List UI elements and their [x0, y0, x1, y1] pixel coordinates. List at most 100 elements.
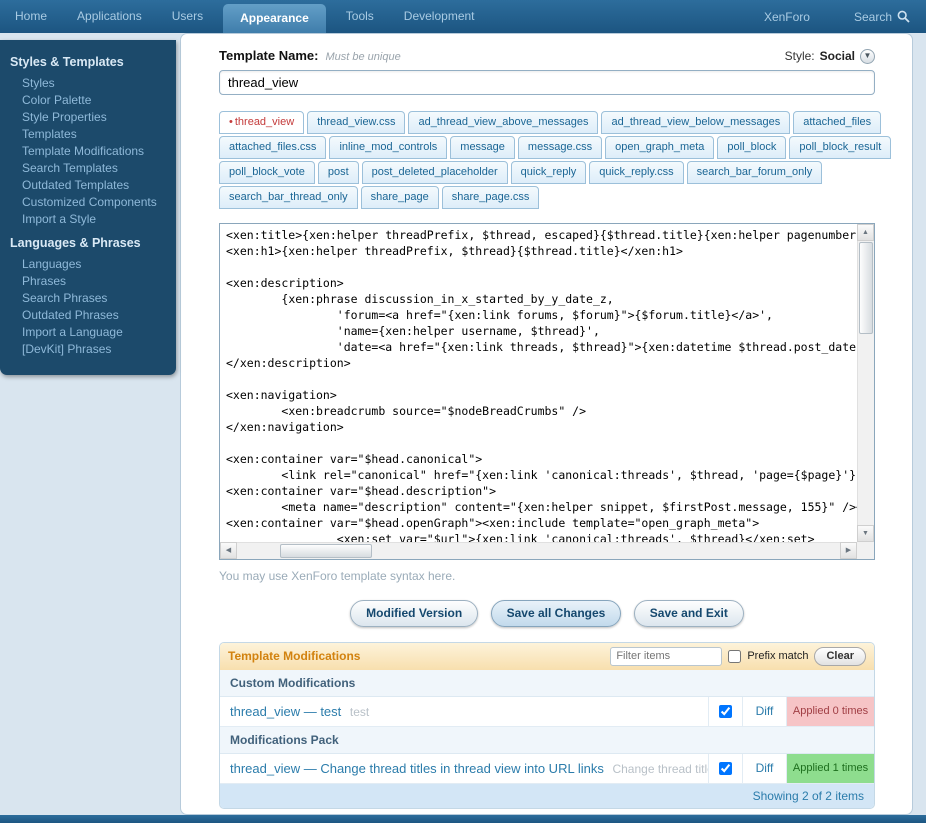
modification-diff-cell: Diff: [742, 697, 786, 726]
save-and-exit-button[interactable]: Save and Exit: [634, 600, 744, 627]
sidebar-item-color-palette[interactable]: Color Palette: [0, 91, 176, 108]
nav-development[interactable]: Development: [389, 0, 490, 33]
page-bottom-bar: [0, 815, 926, 823]
prefix-match-label: Prefix match: [747, 650, 808, 662]
scroll-up-button[interactable]: ▲: [857, 224, 874, 241]
tab-row-4: search_bar_thread_only share_page share_…: [219, 186, 875, 209]
group-modifications-pack: Modifications Pack: [220, 727, 874, 754]
tab-thread-view-css[interactable]: thread_view.css: [307, 111, 405, 134]
sidebar-item-import-a-style[interactable]: Import a Style: [0, 210, 176, 227]
sidebar-section-languages-phrases: Languages & Phrases: [0, 227, 176, 255]
tab-search-bar-thread-only[interactable]: search_bar_thread_only: [219, 186, 358, 209]
modifications-count-footer: Showing 2 of 2 items: [220, 784, 874, 808]
sidebar-item-customized-components[interactable]: Customized Components: [0, 193, 176, 210]
modification-main: thread_view — Change thread titles in th…: [220, 754, 708, 783]
sidebar-item-phrases[interactable]: Phrases: [0, 272, 176, 289]
diff-link[interactable]: Diff: [756, 704, 774, 718]
tab-message-css[interactable]: message.css: [518, 136, 602, 159]
horizontal-scroll-thumb[interactable]: [280, 544, 372, 558]
nav-home[interactable]: Home: [0, 0, 62, 33]
tab-row-1: •thread_view thread_view.css ad_thread_v…: [219, 111, 875, 134]
modifications-filter-bar: Template Modifications Prefix match Clea…: [220, 643, 874, 670]
clear-filter-button[interactable]: Clear: [814, 647, 866, 666]
modification-title-link[interactable]: thread_view — Change thread titles in th…: [230, 761, 604, 776]
tab-quick-reply-css[interactable]: quick_reply.css: [589, 161, 683, 184]
sidebar-item-languages[interactable]: Languages: [0, 255, 176, 272]
tab-poll-block-vote[interactable]: poll_block_vote: [219, 161, 315, 184]
template-modifications-panel: Template Modifications Prefix match Clea…: [219, 642, 875, 809]
modification-enabled-checkbox[interactable]: [719, 762, 732, 775]
prefix-match-checkbox[interactable]: [728, 650, 741, 663]
vertical-scroll-thumb[interactable]: [859, 242, 873, 334]
syntax-hint: You may use XenForo template syntax here…: [219, 569, 875, 583]
tab-poll-block-result[interactable]: poll_block_result: [789, 136, 891, 159]
template-name-label: Template Name:: [219, 48, 318, 63]
modified-version-button[interactable]: Modified Version: [350, 600, 478, 627]
tab-attached-files[interactable]: attached_files: [793, 111, 881, 134]
sidebar: Styles & Templates Styles Color Palette …: [0, 40, 176, 375]
nav-users[interactable]: Users: [157, 0, 218, 33]
group-custom-modifications: Custom Modifications: [220, 670, 874, 697]
template-name-header: Template Name: Must be unique Style: Soc…: [219, 48, 875, 64]
sidebar-item-style-properties[interactable]: Style Properties: [0, 108, 176, 125]
tab-thread-view[interactable]: •thread_view: [219, 111, 304, 134]
scroll-left-button[interactable]: ◀: [220, 542, 237, 559]
modification-title-link[interactable]: thread_view — test: [230, 704, 341, 719]
tab-inline-mod-controls[interactable]: inline_mod_controls: [329, 136, 447, 159]
xenforo-brand-link[interactable]: XenForo: [764, 10, 810, 24]
template-name-input[interactable]: [219, 70, 875, 95]
tab-post-deleted-placeholder[interactable]: post_deleted_placeholder: [362, 161, 508, 184]
horizontal-scrollbar[interactable]: ◀ ▶: [220, 542, 857, 559]
sidebar-item-search-templates[interactable]: Search Templates: [0, 159, 176, 176]
tab-share-page[interactable]: share_page: [361, 186, 439, 209]
scrollbar-corner: [857, 542, 874, 559]
tab-ad-thread-view-below-messages[interactable]: ad_thread_view_below_messages: [601, 111, 790, 134]
sidebar-section-styles-templates: Styles & Templates: [0, 46, 176, 74]
tab-ad-thread-view-above-messages[interactable]: ad_thread_view_above_messages: [408, 111, 598, 134]
template-code[interactable]: <xen:title>{xen:helper threadPrefix, $th…: [220, 224, 857, 542]
sidebar-item-templates[interactable]: Templates: [0, 125, 176, 142]
filter-items-input[interactable]: [610, 647, 722, 666]
scroll-down-button[interactable]: ▼: [857, 525, 874, 542]
nav-applications[interactable]: Applications: [62, 0, 157, 33]
nav-tools[interactable]: Tools: [331, 0, 389, 33]
template-tabs: •thread_view thread_view.css ad_thread_v…: [219, 111, 875, 209]
diff-link[interactable]: Diff: [756, 761, 774, 775]
template-code-editor[interactable]: <xen:title>{xen:helper threadPrefix, $th…: [219, 223, 875, 560]
modified-marker: •: [229, 116, 233, 128]
modification-description: Change thread titles in thread: [612, 762, 708, 776]
search-link[interactable]: Search: [854, 10, 910, 24]
modification-main: thread_view — test test: [220, 697, 708, 726]
sidebar-item-import-a-language[interactable]: Import a Language: [0, 323, 176, 340]
tab-message[interactable]: message: [450, 136, 515, 159]
modification-diff-cell: Diff: [742, 754, 786, 783]
nav-appearance[interactable]: Appearance: [223, 4, 326, 33]
sidebar-item-template-modifications[interactable]: Template Modifications: [0, 142, 176, 159]
modifications-title: Template Modifications: [228, 649, 360, 663]
modification-description: test: [350, 705, 369, 719]
vertical-scrollbar[interactable]: ▲ ▼: [857, 224, 874, 542]
sidebar-item-styles[interactable]: Styles: [0, 74, 176, 91]
tab-poll-block[interactable]: poll_block: [717, 136, 786, 159]
tab-label: thread_view: [235, 116, 294, 128]
tab-post[interactable]: post: [318, 161, 359, 184]
tab-search-bar-forum-only[interactable]: search_bar_forum_only: [687, 161, 823, 184]
style-dropdown-button[interactable]: ▼: [860, 49, 875, 64]
template-name-hint: Must be unique: [325, 51, 400, 63]
sidebar-item-search-phrases[interactable]: Search Phrases: [0, 289, 176, 306]
tab-row-3: poll_block_vote post post_deleted_placeh…: [219, 161, 875, 184]
tab-share-page-css[interactable]: share_page.css: [442, 186, 540, 209]
style-chooser: Style: Social ▼: [785, 49, 875, 64]
tab-attached-files-css[interactable]: attached_files.css: [219, 136, 326, 159]
tab-open-graph-meta[interactable]: open_graph_meta: [605, 136, 714, 159]
modification-enabled-checkbox[interactable]: [719, 705, 732, 718]
sidebar-item-outdated-phrases[interactable]: Outdated Phrases: [0, 306, 176, 323]
style-label: Style:: [785, 49, 815, 63]
tab-quick-reply[interactable]: quick_reply: [511, 161, 587, 184]
scroll-right-button[interactable]: ▶: [840, 542, 857, 559]
sidebar-item-outdated-templates[interactable]: Outdated Templates: [0, 176, 176, 193]
search-label: Search: [854, 10, 892, 24]
search-icon: [897, 10, 910, 23]
save-all-changes-button[interactable]: Save all Changes: [491, 600, 622, 627]
sidebar-item-devkit-phrases[interactable]: [DevKit] Phrases: [0, 340, 176, 357]
